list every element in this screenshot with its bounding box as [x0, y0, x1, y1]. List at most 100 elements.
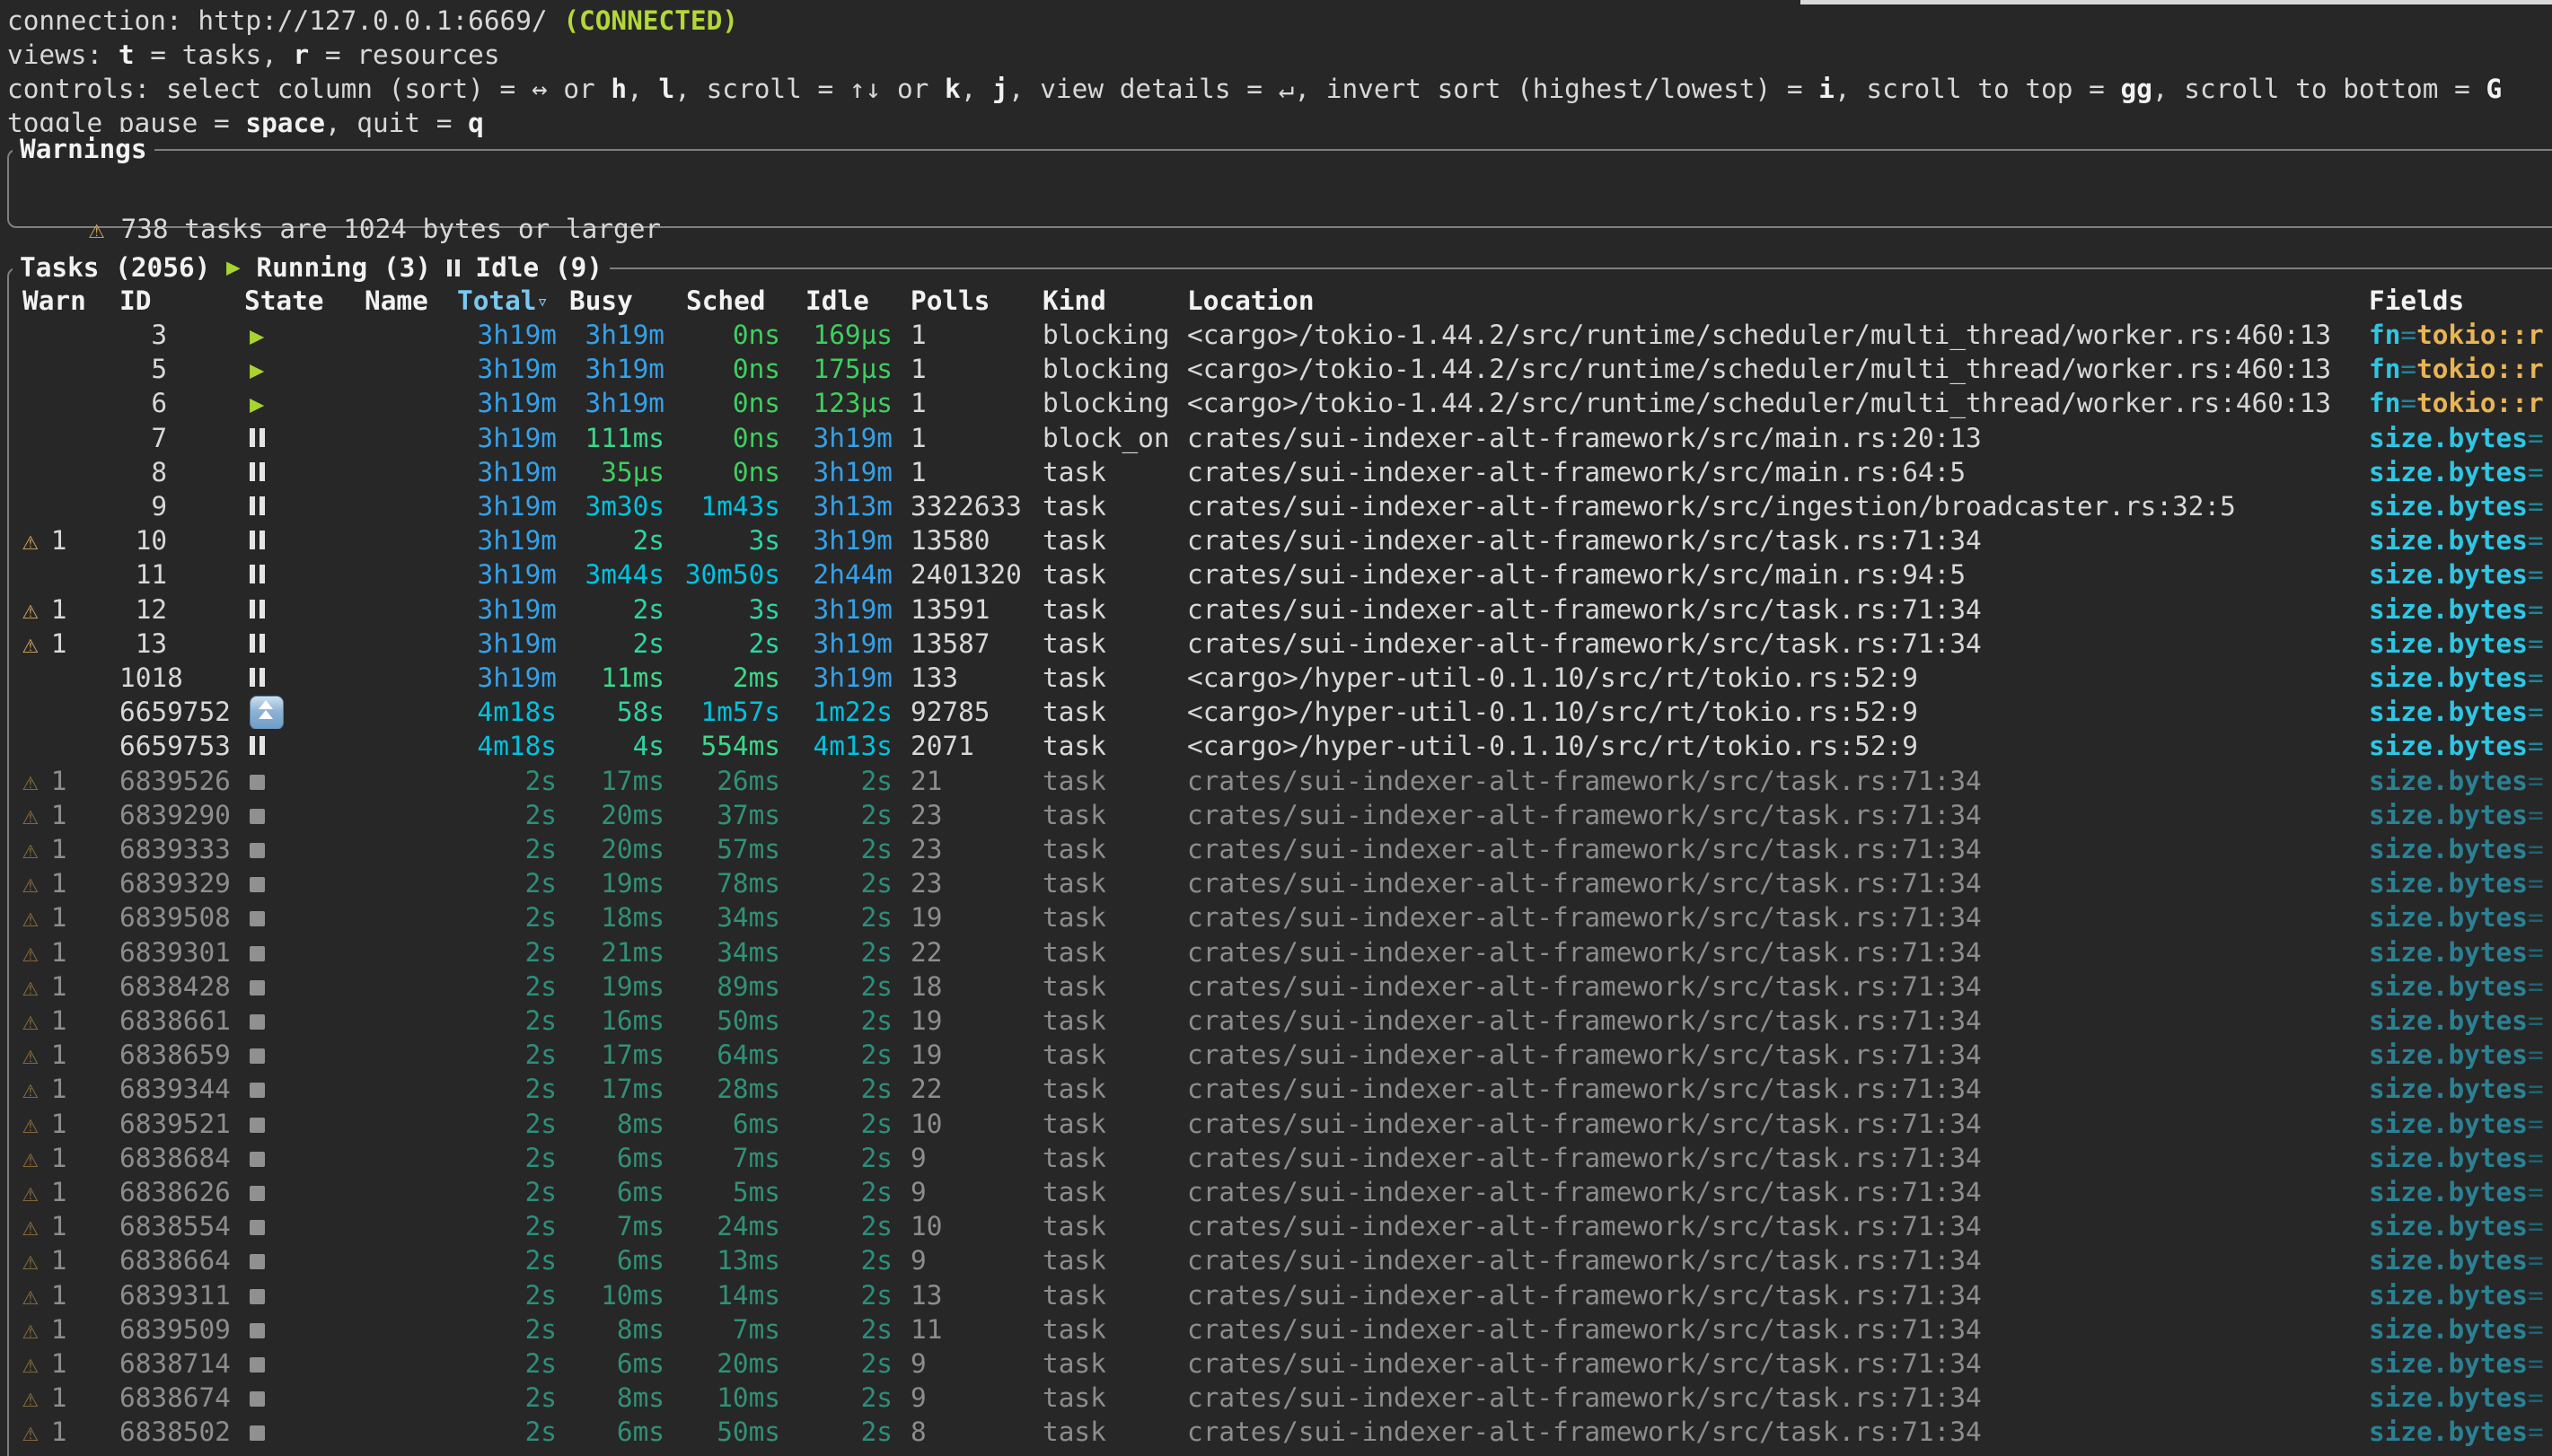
state-cell: [244, 489, 366, 523]
completed-icon: [250, 1323, 265, 1338]
task-row[interactable]: ⚠168386742s8ms10ms2s9taskcrates/sui-inde…: [0, 1381, 2552, 1415]
task-row[interactable]: ⚠168384282s19ms89ms2s18taskcrates/sui-in…: [0, 969, 2552, 1004]
task-fields: size.bytes=: [2369, 798, 2552, 832]
task-row[interactable]: ⚠168395212s8ms6ms2s10taskcrates/sui-inde…: [0, 1107, 2552, 1141]
task-row[interactable]: ⚠168393112s10ms14ms2s13taskcrates/sui-in…: [0, 1278, 2552, 1312]
state-cell: [244, 627, 366, 661]
idle-count-label: Idle (9): [460, 250, 603, 285]
task-row[interactable]: 66597524m18s58s1m57s1m22s92785task<cargo…: [0, 695, 2552, 729]
field-segment: =: [2528, 937, 2544, 968]
column-header-sched[interactable]: Sched: [686, 284, 765, 318]
warn-count: 1: [51, 834, 67, 864]
field-segment: =: [2528, 1417, 2544, 1447]
text-segment: ,: [961, 74, 992, 104]
field-segment: size.bytes: [2369, 800, 2528, 830]
state-cell: [244, 1278, 366, 1312]
task-row[interactable]: ⚠1 103h19m2s3s3h19m13580taskcrates/sui-i…: [0, 523, 2552, 557]
task-row[interactable]: ⚠168393292s19ms78ms2s23taskcrates/sui-in…: [0, 866, 2552, 900]
task-row[interactable]: ⚠168393012s21ms34ms2s22taskcrates/sui-in…: [0, 935, 2552, 969]
task-row[interactable]: ⚠168392902s20ms37ms2s23taskcrates/sui-in…: [0, 798, 2552, 832]
task-row[interactable]: ⚠168386642s6ms13ms2s9taskcrates/sui-inde…: [0, 1243, 2552, 1277]
task-location: crates/sui-indexer-alt-framework/src/tas…: [1187, 900, 2365, 934]
column-header-location[interactable]: Location: [1187, 284, 1315, 318]
busy-duration: 3h19m: [537, 386, 664, 420]
task-row[interactable]: ⚠168393442s17ms28ms2s22taskcrates/sui-in…: [0, 1072, 2552, 1106]
task-row[interactable]: ⚠168386842s6ms7ms2s9taskcrates/sui-index…: [0, 1141, 2552, 1175]
task-row[interactable]: 3▶3h19m3h19m0ns169µs1blocking<cargo>/tok…: [0, 318, 2552, 352]
column-header-kind[interactable]: Kind: [1043, 284, 1106, 318]
column-header-fields[interactable]: Fields: [2369, 284, 2464, 318]
polls-count: 9: [911, 1175, 1036, 1209]
task-location: <cargo>/hyper-util-0.1.10/src/rt/tokio.r…: [1187, 695, 2365, 729]
column-header-idle[interactable]: Idle: [805, 284, 869, 318]
task-row[interactable]: ⚠168393332s20ms57ms2s23taskcrates/sui-in…: [0, 832, 2552, 866]
column-header-total[interactable]: Total▿: [457, 284, 549, 318]
task-row[interactable]: 5▶3h19m3h19m0ns175µs1blocking<cargo>/tok…: [0, 352, 2552, 386]
column-header-warn[interactable]: Warn: [22, 284, 86, 318]
task-row[interactable]: 73h19m111ms0ns3h19m1block_oncrates/sui-i…: [0, 421, 2552, 455]
idle-duration: 169µs: [765, 318, 893, 352]
pause-bars: [250, 600, 255, 618]
polls-count: 13587: [911, 627, 1036, 661]
column-header-polls[interactable]: Polls: [911, 284, 990, 318]
warning-icon: ⚠: [89, 214, 105, 244]
warn-cell: ⚠1: [22, 1175, 121, 1209]
task-row[interactable]: ⚠168386262s6ms5ms2s9taskcrates/sui-index…: [0, 1175, 2552, 1209]
column-header-id[interactable]: ID: [119, 284, 151, 318]
task-row[interactable]: 66597534m18s4s554ms4m13s2071task<cargo>/…: [0, 729, 2552, 763]
task-row[interactable]: ⚠1 133h19m2s2s3h19m13587taskcrates/sui-i…: [0, 627, 2552, 661]
task-row[interactable]: ⚠168395082s18ms34ms2s19taskcrates/sui-in…: [0, 900, 2552, 934]
task-location: crates/sui-indexer-alt-framework/src/tas…: [1187, 592, 2365, 627]
sched-duration: 57ms: [653, 832, 780, 866]
task-fields: size.bytes=: [2369, 1243, 2552, 1277]
busy-duration: 111ms: [537, 421, 664, 455]
field-segment: =: [2528, 902, 2544, 933]
task-row[interactable]: 113h19m3m44s30m50s2h44m2401320taskcrates…: [0, 557, 2552, 592]
task-fields: size.bytes=: [2369, 832, 2552, 866]
warn-cell: ⚠1: [22, 1278, 121, 1312]
pause-icon: [250, 729, 268, 763]
sched-duration: 34ms: [653, 900, 780, 934]
warn-cell: ⚠1: [22, 1346, 121, 1381]
field-segment: =: [2528, 868, 2544, 899]
task-row[interactable]: ⚠168395262s17ms26ms2s21taskcrates/sui-in…: [0, 764, 2552, 798]
task-location: crates/sui-indexer-alt-framework/src/tas…: [1187, 1415, 2365, 1449]
column-header-name[interactable]: Name: [365, 284, 428, 318]
key-hint: k: [945, 74, 961, 104]
task-location: crates/sui-indexer-alt-framework/src/tas…: [1187, 866, 2365, 900]
task-row[interactable]: ⚠168387142s6ms20ms2s9taskcrates/sui-inde…: [0, 1346, 2552, 1381]
task-row[interactable]: ⚠168386592s17ms64ms2s19taskcrates/sui-in…: [0, 1038, 2552, 1072]
task-row[interactable]: ⚠168385542s7ms24ms2s10taskcrates/sui-ind…: [0, 1209, 2552, 1243]
warn-cell: ⚠1: [22, 935, 121, 969]
task-row[interactable]: ⚠168386612s16ms50ms2s19taskcrates/sui-in…: [0, 1004, 2552, 1038]
column-header-busy[interactable]: Busy: [569, 284, 633, 318]
field-segment: =: [2528, 1211, 2544, 1241]
field-segment: size.bytes: [2369, 1143, 2528, 1173]
completed-icon: [250, 1357, 265, 1373]
field-segment: =: [2528, 731, 2544, 761]
field-segment: size.bytes: [2369, 868, 2528, 899]
task-row[interactable]: ⚠1 123h19m2s3s3h19m13591taskcrates/sui-i…: [0, 592, 2552, 627]
completed-icon: [250, 775, 265, 790]
completed-icon: [250, 1425, 265, 1441]
task-row[interactable]: ⚠168385022s6ms50ms2s8taskcrates/sui-inde…: [0, 1415, 2552, 1449]
field-segment: =: [2528, 525, 2544, 556]
task-row[interactable]: 93h19m3m30s1m43s3h13m3322633taskcrates/s…: [0, 489, 2552, 523]
sched-duration: 0ns: [653, 455, 780, 489]
task-location: <cargo>/hyper-util-0.1.10/src/rt/tokio.r…: [1187, 729, 2365, 763]
task-row[interactable]: ⚠168395092s8ms7ms2s11taskcrates/sui-inde…: [0, 1312, 2552, 1346]
idle-duration: 2s: [765, 935, 893, 969]
completed-icon: [250, 1048, 265, 1064]
task-row[interactable]: 6▶3h19m3h19m0ns123µs1blocking<cargo>/tok…: [0, 386, 2552, 420]
column-header-state[interactable]: State: [244, 284, 323, 318]
idle-duration: 2s: [765, 1381, 893, 1415]
busy-duration: 17ms: [537, 1072, 664, 1106]
state-cell: [244, 832, 366, 866]
sched-duration: 0ns: [653, 421, 780, 455]
busy-duration: 16ms: [537, 1004, 664, 1038]
task-fields: size.bytes=: [2369, 1004, 2552, 1038]
field-segment: size.bytes: [2369, 697, 2528, 727]
task-row[interactable]: 83h19m35µs0ns3h19m1taskcrates/sui-indexe…: [0, 455, 2552, 489]
task-location: crates/sui-indexer-alt-framework/src/tas…: [1187, 1346, 2365, 1381]
task-row[interactable]: 10183h19m11ms2ms3h19m133task<cargo>/hype…: [0, 661, 2552, 695]
